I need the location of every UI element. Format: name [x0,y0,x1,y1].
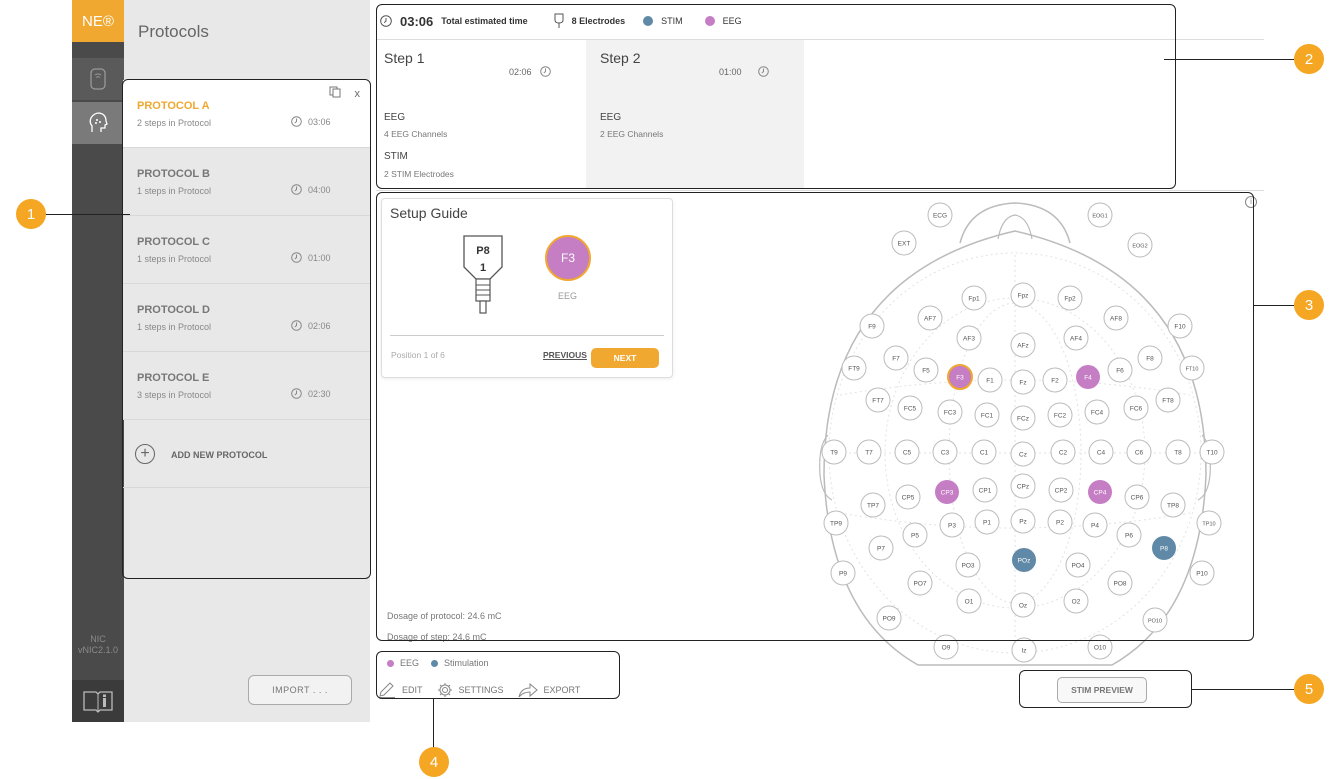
callout-1: 1 [16,199,46,229]
callout-box-4 [376,651,620,699]
version-info: NIC vNIC2.1.0 [77,634,119,655]
callout-4: 4 [419,747,449,777]
manual-button[interactable] [72,680,124,722]
callout-box-5 [1019,670,1192,708]
sidebar-title: Protocols [138,22,209,41]
callout-5: 5 [1294,674,1324,704]
brand-logo: NE® [72,0,124,42]
callout-box-1 [122,79,371,579]
device-button[interactable] [72,58,124,100]
electrode-iz[interactable]: Iz [1011,637,1037,663]
electrode-label: O9 [942,645,951,652]
book-info-icon [83,691,113,713]
app-rail: NE® NIC vNIC2.1.0 [72,0,124,722]
head-icon [89,112,108,132]
callout-box-2 [376,4,1176,189]
callout-3: 3 [1294,290,1324,320]
import-button[interactable]: IMPORT . . . [248,675,352,705]
electrode-label: Iz [1021,648,1026,655]
protocols-nav-button[interactable] [72,102,124,144]
callout-box-3 [376,192,1254,641]
device-icon [90,68,106,90]
callout-2: 2 [1294,44,1324,74]
electrode-label: O10 [1094,645,1107,652]
